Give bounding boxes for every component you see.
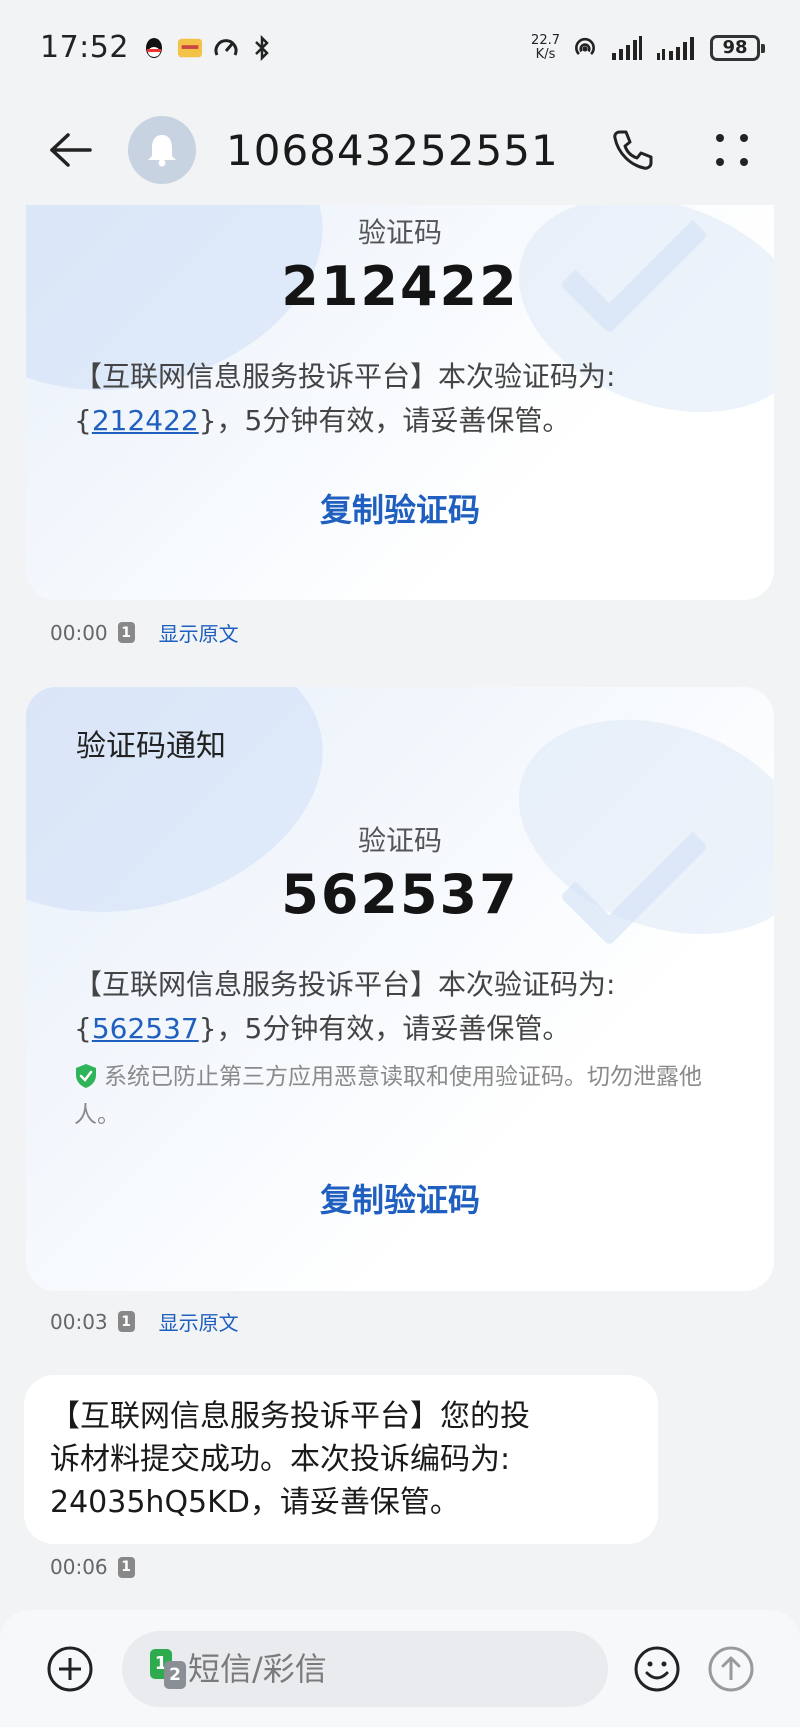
message-text: 【互联网信息服务投诉平台】本次验证码为: bbox=[74, 968, 616, 1001]
message-text: }，5分钟有效，请妥善保管。 bbox=[198, 1012, 571, 1045]
speed-icon bbox=[213, 35, 239, 61]
arrow-left-icon bbox=[50, 133, 92, 167]
sim-badge: 1 bbox=[117, 1311, 135, 1332]
qq-icon bbox=[141, 35, 167, 61]
security-note: 系统已防止第三方应用恶意读取和使用验证码。切勿泄露他人。 bbox=[74, 1061, 714, 1132]
phone-icon bbox=[613, 130, 653, 170]
verification-card: 验证码通知 验证码 562537 【互联网信息服务投诉平台】本次验证码为: {5… bbox=[26, 687, 774, 1291]
plus-circle-icon bbox=[47, 1646, 93, 1691]
copy-code-button[interactable]: 复制验证码 bbox=[26, 1175, 774, 1221]
call-button[interactable] bbox=[604, 122, 660, 178]
security-note-text: 系统已防止第三方应用恶意读取和使用验证码。切勿泄露他人。 bbox=[74, 1064, 702, 1128]
smiley-icon bbox=[634, 1646, 680, 1691]
brace-open: { bbox=[74, 1012, 92, 1045]
more-button[interactable] bbox=[704, 122, 760, 178]
header-actions bbox=[604, 122, 760, 178]
avatar[interactable] bbox=[128, 116, 196, 184]
show-original-link[interactable]: 显示原文 bbox=[159, 1307, 239, 1336]
show-original-link[interactable]: 显示原文 bbox=[159, 618, 239, 647]
message-time: 00:06 bbox=[50, 1555, 108, 1579]
net-speed: 22.7 K/s bbox=[531, 32, 560, 62]
status-right: 22.7 K/s 98 bbox=[531, 32, 765, 62]
signal-icon bbox=[610, 35, 644, 61]
net-speed-unit: K/s bbox=[535, 46, 556, 62]
net-speed-value: 22.7 bbox=[531, 32, 560, 48]
message-time: 00:00 bbox=[50, 620, 108, 645]
sim2-icon: 2 bbox=[164, 1660, 186, 1689]
status-bar: 17:52 22.7 K/s 98 bbox=[0, 0, 800, 95]
send-button[interactable] bbox=[706, 1644, 756, 1694]
hotspot-icon bbox=[572, 35, 598, 61]
emoji-button[interactable] bbox=[632, 1644, 682, 1694]
brace-open: { bbox=[74, 404, 92, 437]
code-link[interactable]: 562537 bbox=[92, 1012, 199, 1045]
send-arrow-icon bbox=[708, 1646, 754, 1691]
message-body: 【互联网信息服务投诉平台】本次验证码为: {212422}，5分钟有效，请妥善保… bbox=[74, 355, 726, 443]
card-heading: 验证码通知 bbox=[76, 729, 226, 764]
notification-icons bbox=[141, 34, 275, 61]
message-text: }，5分钟有效，请妥善保管。 bbox=[198, 404, 571, 437]
sim-badge: 1 bbox=[117, 622, 135, 643]
shield-icon bbox=[74, 1063, 98, 1099]
bell-icon bbox=[148, 135, 176, 167]
verification-code: 212422 bbox=[281, 255, 519, 318]
message-input-container[interactable]: 1 2 bbox=[122, 1630, 608, 1707]
message-line: 24035hQ5KD，请妥善保管。 bbox=[50, 1485, 460, 1520]
code-link[interactable]: 212422 bbox=[92, 404, 199, 437]
back-button[interactable] bbox=[40, 120, 100, 180]
more-dots-icon bbox=[716, 134, 748, 166]
message-time: 00:03 bbox=[50, 1309, 108, 1334]
message-text: 【互联网信息服务投诉平台】本次验证码为: bbox=[74, 360, 616, 393]
copy-code-button[interactable]: 复制验证码 bbox=[26, 485, 774, 531]
message-line: 【互联网信息服务投诉平台】您的投 bbox=[50, 1399, 530, 1434]
sim-badge: 1 bbox=[117, 1556, 135, 1578]
message-bubble[interactable]: 【互联网信息服务投诉平台】您的投 诉材料提交成功。本次投诉编码为: 24035h… bbox=[24, 1375, 658, 1544]
message-meta: 00:00 1 显示原文 bbox=[50, 618, 239, 647]
contact-title: 106843252551... bbox=[226, 125, 556, 175]
message-body: 【互联网信息服务投诉平台】本次验证码为: {562537}，5分钟有效，请妥善保… bbox=[74, 963, 726, 1051]
code-label: 验证码 bbox=[357, 824, 442, 857]
message-meta: 00:03 1 显示原文 bbox=[50, 1307, 239, 1336]
message-composer: 1 2 bbox=[0, 1610, 800, 1727]
message-line: 诉材料提交成功。本次投诉编码为: bbox=[50, 1442, 511, 1477]
message-thread[interactable]: 验证码 212422 【互联网信息服务投诉平台】本次验证码为: {212422}… bbox=[0, 205, 800, 1605]
signal-icon bbox=[656, 35, 698, 61]
app-notify-icon bbox=[177, 35, 203, 61]
message-input[interactable] bbox=[188, 1649, 587, 1688]
add-attachment-button[interactable] bbox=[44, 1643, 96, 1695]
status-time: 17:52 bbox=[40, 30, 129, 65]
verification-code: 562537 bbox=[281, 863, 519, 926]
message-meta: 00:06 1 bbox=[50, 1555, 135, 1579]
bluetooth-icon bbox=[249, 34, 275, 61]
code-label: 验证码 bbox=[357, 216, 442, 249]
battery-indicator: 98 bbox=[710, 34, 765, 61]
conversation-header: 106843252551... bbox=[0, 95, 800, 205]
verification-card: 验证码 212422 【互联网信息服务投诉平台】本次验证码为: {212422}… bbox=[26, 205, 774, 600]
